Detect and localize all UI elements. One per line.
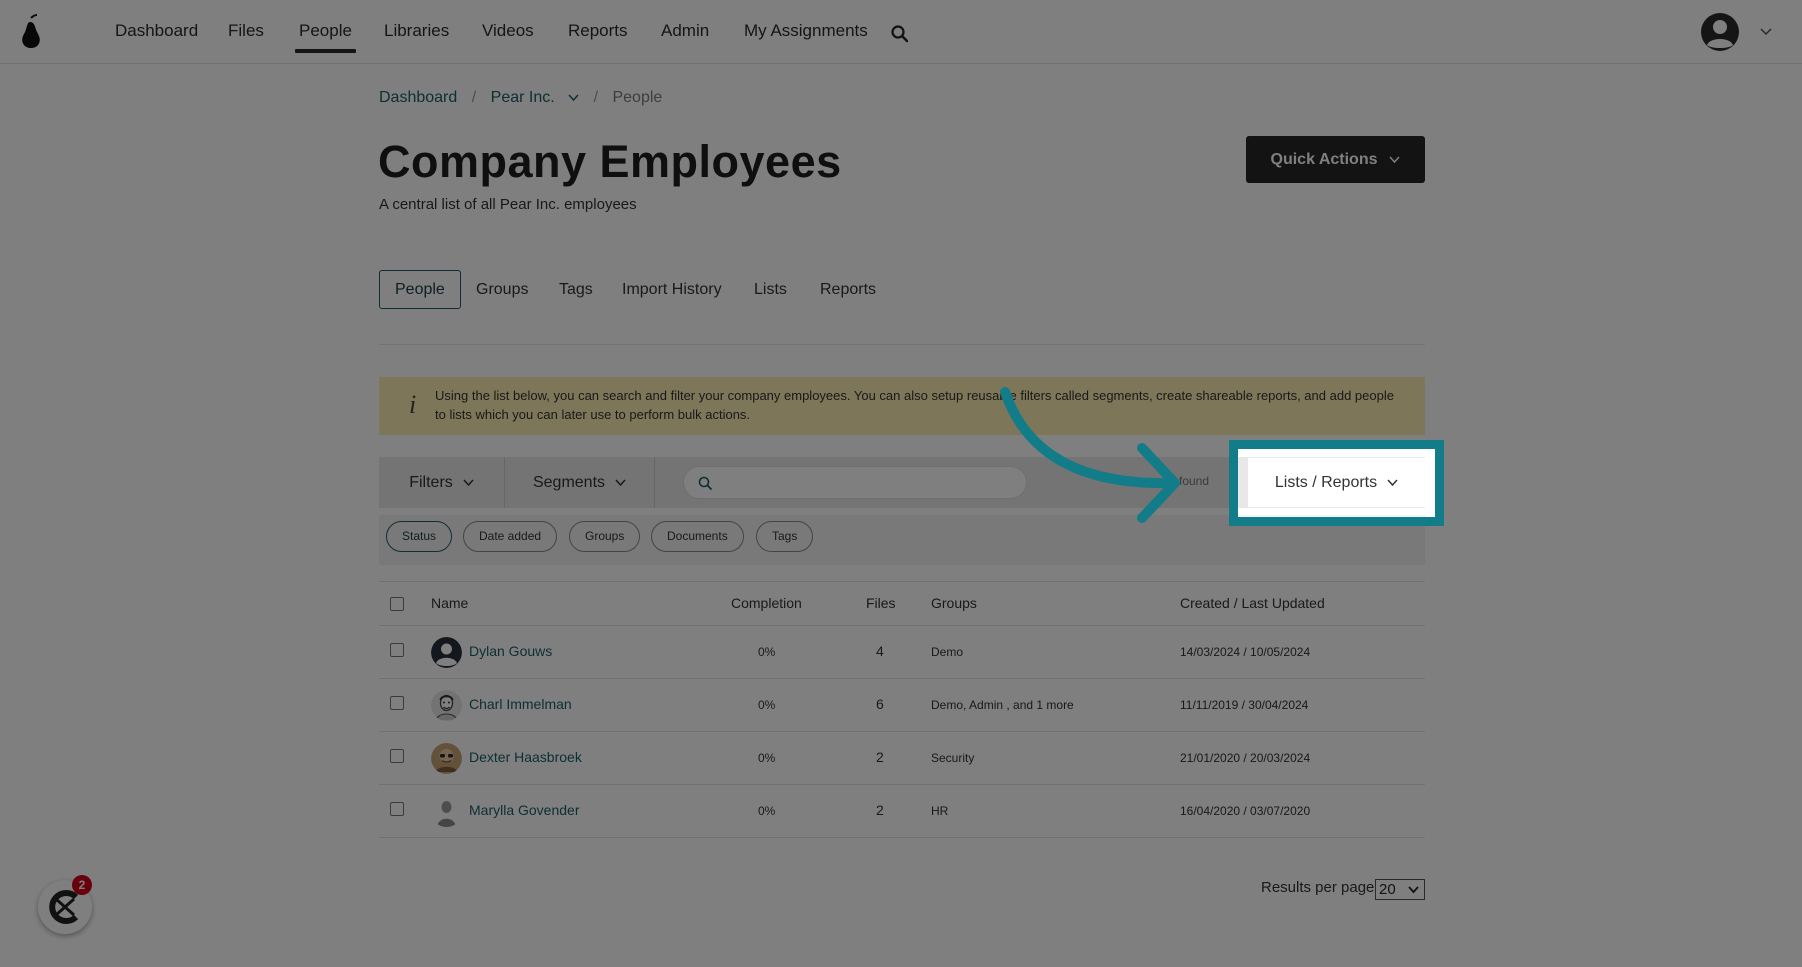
results-per-page-label: Results per page:: [1261, 879, 1379, 896]
results-per-page-select[interactable]: 20: [1375, 879, 1425, 900]
info-banner: i Using the list below, you can search a…: [379, 377, 1425, 435]
sketch-portrait-icon: [431, 690, 462, 721]
chevron-down-icon: [1408, 886, 1419, 894]
breadcrumb-current: People: [612, 89, 663, 106]
row-checkbox[interactable]: [390, 802, 404, 816]
person-name-link[interactable]: Dylan Gouws: [469, 643, 552, 659]
user-avatar-icon[interactable]: [1700, 12, 1740, 52]
breadcrumb-company[interactable]: Pear Inc.: [491, 89, 555, 107]
filters-label: Filters: [409, 473, 453, 491]
breadcrumb-dashboard[interactable]: Dashboard: [379, 89, 457, 107]
results-found-text: found: [1179, 474, 1210, 488]
select-all-checkbox[interactable]: [390, 597, 404, 611]
dates-value: 14/03/2024 / 10/05/2024: [1180, 645, 1311, 659]
chip-status[interactable]: Status: [386, 521, 453, 552]
chevron-down-icon: [463, 478, 474, 486]
table-header: Name Completion Files Groups Created / L…: [379, 581, 1425, 626]
people-search-box[interactable]: [683, 466, 1027, 499]
search-icon[interactable]: [890, 24, 910, 44]
filter-chips: Status Date added Groups Documents Tags: [379, 515, 1425, 565]
tab-import-history[interactable]: Import History: [606, 270, 738, 309]
notification-badge: 2: [72, 875, 92, 895]
divider: [379, 344, 1425, 345]
nav-libraries[interactable]: Libraries: [384, 0, 449, 64]
nav-reports[interactable]: Reports: [568, 0, 628, 64]
page-title: Company Employees: [378, 136, 842, 187]
chip-date-added[interactable]: Date added: [463, 521, 558, 552]
results-per-page-value: 20: [1379, 881, 1396, 898]
column-header-name[interactable]: Name: [431, 595, 468, 611]
people-search-input[interactable]: [720, 471, 1016, 494]
segments-dropdown[interactable]: Segments: [505, 457, 654, 508]
tab-tags[interactable]: Tags: [543, 270, 609, 309]
lists-reports-label: Lists / Reports: [1274, 473, 1378, 491]
dates-value: 16/04/2020 / 03/07/2020: [1180, 804, 1311, 818]
segments-label: Segments: [532, 473, 606, 491]
pear-logo-icon[interactable]: [18, 14, 44, 50]
quick-actions-button[interactable]: Quick Actions: [1246, 136, 1425, 183]
table-row: Dexter Haasbroek 0% 2 Security 21/01/202…: [379, 732, 1425, 785]
nav-dashboard[interactable]: Dashboard: [115, 0, 198, 64]
person-name-link[interactable]: Marylla Govender: [469, 802, 580, 818]
completion-value: 0%: [758, 751, 776, 765]
column-header-groups[interactable]: Groups: [931, 595, 977, 611]
silhouette-portrait-icon: [431, 796, 462, 827]
filters-dropdown[interactable]: Filters: [379, 457, 504, 508]
files-count: 4: [876, 643, 884, 659]
toolbar-divider: [654, 457, 655, 508]
column-header-completion[interactable]: Completion: [731, 595, 802, 611]
quick-actions-label: Quick Actions: [1270, 150, 1378, 168]
tab-groups[interactable]: Groups: [460, 270, 544, 309]
completion-value: 0%: [758, 804, 776, 818]
dates-value: 21/01/2020 / 20/03/2024: [1180, 751, 1311, 765]
nav-videos[interactable]: Videos: [482, 0, 534, 64]
breadcrumb-separator: /: [471, 89, 477, 106]
tab-people[interactable]: People: [379, 270, 461, 309]
row-checkbox[interactable]: [390, 749, 404, 763]
default-user-icon: [431, 637, 462, 668]
chevron-down-icon: [615, 478, 626, 486]
chip-tags[interactable]: Tags: [756, 521, 814, 552]
chevron-down-icon[interactable]: [1760, 28, 1772, 36]
tab-reports[interactable]: Reports: [804, 270, 892, 309]
nav-my-assignments[interactable]: My Assignments: [744, 0, 868, 64]
tab-lists[interactable]: Lists: [738, 270, 803, 309]
groups-value: HR: [931, 804, 949, 818]
chip-groups[interactable]: Groups: [569, 521, 641, 552]
info-icon: i: [409, 390, 417, 419]
top-navigation: Dashboard Files People Libraries Videos …: [0, 0, 1802, 64]
nav-admin[interactable]: Admin: [661, 0, 709, 64]
files-count: 2: [876, 749, 884, 765]
nav-files[interactable]: Files: [228, 0, 264, 64]
person-name-link[interactable]: Dexter Haasbroek: [469, 749, 582, 765]
groups-value: Demo: [931, 645, 964, 659]
chevron-down-icon: [1389, 155, 1401, 163]
files-count: 2: [876, 802, 884, 818]
lists-reports-dropdown[interactable]: Lists / Reports: [1248, 458, 1425, 507]
row-checkbox[interactable]: [390, 696, 404, 710]
table-row: Dylan Gouws 0% 4 Demo 14/03/2024 / 10/05…: [379, 626, 1425, 679]
info-text: Using the list below, you can search and…: [435, 388, 1394, 422]
table-row: Charl Immelman 0% 6 Demo, Admin , and 1 …: [379, 679, 1425, 732]
breadcrumb: Dashboard / Pear Inc. / People: [379, 89, 662, 107]
groups-value: Security: [931, 751, 975, 765]
page-subtitle: A central list of all Pear Inc. employee…: [379, 196, 637, 213]
table-row: Marylla Govender 0% 2 HR 16/04/2020 / 03…: [379, 785, 1425, 838]
completion-value: 0%: [758, 645, 776, 659]
row-checkbox[interactable]: [390, 643, 404, 657]
nav-people[interactable]: People: [295, 0, 356, 64]
column-header-files[interactable]: Files: [866, 595, 896, 611]
column-header-created-updated[interactable]: Created / Last Updated: [1180, 595, 1325, 611]
search-icon: [698, 476, 712, 490]
chevron-down-icon: [1387, 478, 1398, 486]
person-name-link[interactable]: Charl Immelman: [469, 696, 572, 712]
dates-value: 11/11/2019 / 30/04/2024: [1180, 698, 1309, 712]
chevron-down-icon[interactable]: [568, 94, 579, 102]
breadcrumb-separator: /: [593, 89, 599, 106]
groups-value: Demo, Admin , and 1 more: [931, 698, 1074, 712]
files-count: 6: [876, 696, 884, 712]
chip-documents[interactable]: Documents: [651, 521, 744, 552]
photo-portrait-icon: [431, 743, 462, 774]
completion-value: 0%: [758, 698, 776, 712]
